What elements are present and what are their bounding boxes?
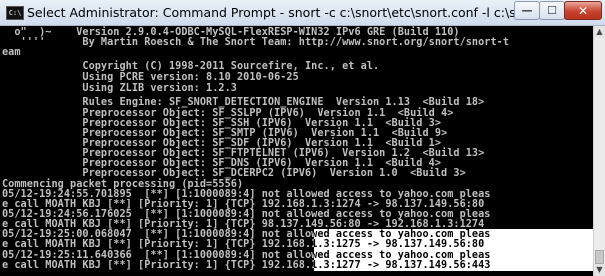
selected-text[interactable]: e call MOATH KBJ [**] [Priority: 1] {TCP… <box>314 239 593 250</box>
selected-text[interactable]: e call MOATH KBJ [**] [Priority: 1] {TCP… <box>314 260 593 271</box>
close-button[interactable]: ✕ <box>564 1 602 20</box>
command-prompt-icon[interactable]: C:\ <box>6 6 24 20</box>
scroll-thumb[interactable] <box>595 250 604 264</box>
title-bar[interactable]: C:\ Select Administrator: Command Prompt… <box>0 0 605 26</box>
console-line: Using PCRE version: 8.10 2010-06-25 <box>2 72 299 83</box>
selected-text-content: e call MOATH KBJ [**] [Priority: 1] {TCP… <box>314 239 485 250</box>
console-line: eam <box>2 47 21 58</box>
console-line: Using ZLIB version: 1.2.3 <box>2 83 237 94</box>
console-output[interactable]: o" )~ Version 2.9.0.4-ODBC-MySQL-FlexRES… <box>0 26 593 276</box>
maximize-button[interactable]: ☐ <box>539 1 565 20</box>
scroll-up-arrow-icon[interactable]: ▲ <box>594 26 605 38</box>
command-prompt-window: C:\ Select Administrator: Command Prompt… <box>0 0 605 276</box>
console-line: Rules Engine: SF_SNORT_DETECTION_ENGINE … <box>2 97 485 108</box>
window-title: Select Administrator: Command Prompt - s… <box>27 5 517 20</box>
vertical-scrollbar[interactable]: ▲ ▼ <box>593 26 605 276</box>
console-line: Copyright (C) 1998-2011 Sourcefire, Inc.… <box>2 61 380 72</box>
selected-text-content: e call MOATH KBJ [**] [Priority: 1] {TCP… <box>314 260 491 271</box>
minimize-button[interactable]: — <box>514 1 540 20</box>
scroll-down-arrow-icon[interactable]: ▼ <box>594 264 605 276</box>
console-line: Preprocessor Object: SF_DCERPC2 (IPV6) V… <box>2 168 466 179</box>
console-line: '''' By Martin Roesch & The Snort Team: … <box>2 37 510 48</box>
